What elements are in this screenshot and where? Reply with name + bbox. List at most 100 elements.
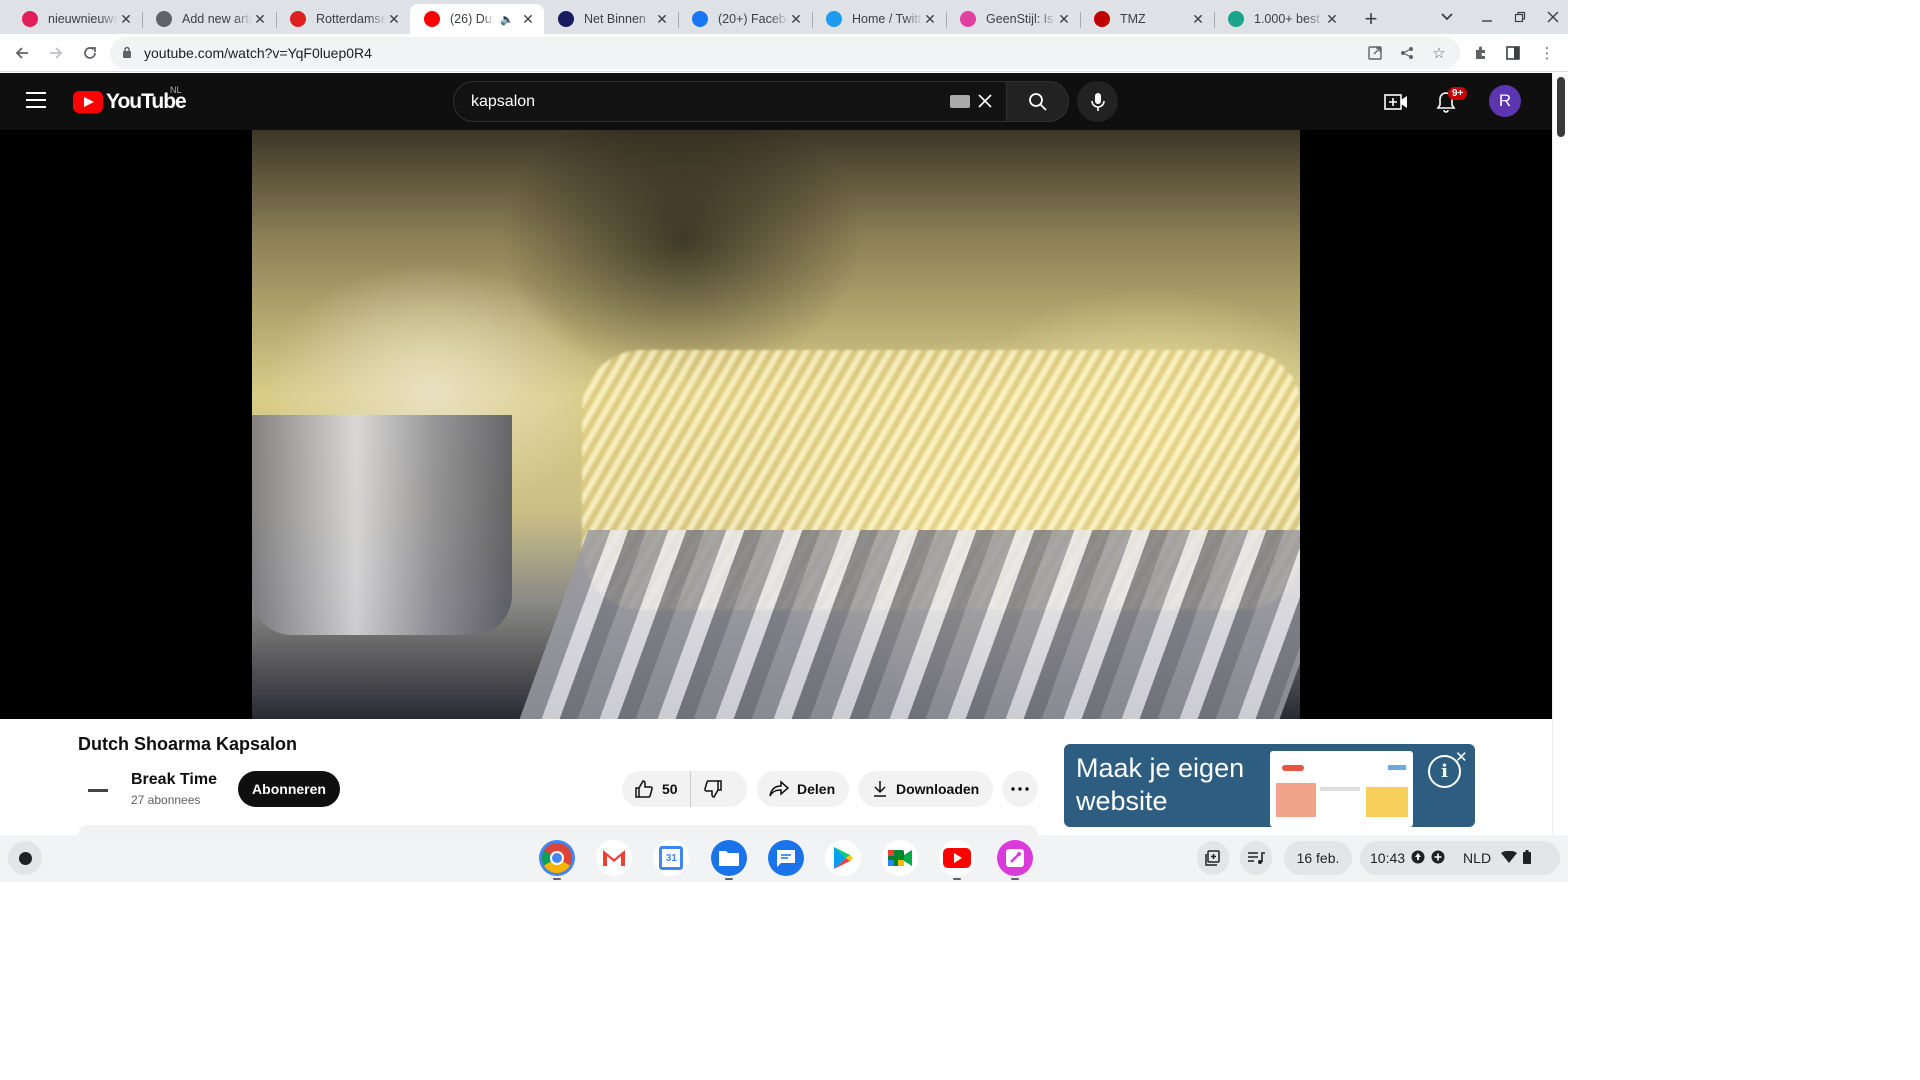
subscriber-count: 27 abonnees <box>131 793 201 807</box>
youtube-app-icon[interactable] <box>939 840 976 880</box>
download-label: Downloaden <box>896 781 980 797</box>
canvas-app-icon[interactable] <box>996 840 1033 880</box>
tab-title: (20+) Facebook <box>718 12 788 26</box>
lock-icon[interactable] <box>122 46 132 61</box>
dislike-button[interactable] <box>691 779 735 799</box>
video-title: Dutch Shoarma Kapsalon <box>78 734 298 754</box>
like-button[interactable]: 50 <box>622 771 691 807</box>
keyboard-icon[interactable] <box>950 95 970 108</box>
url-text: youtube.com/watch?v=YqF0luep0R4 <box>144 45 372 61</box>
browser-tab[interactable]: Rotterdamse ✕ <box>276 4 410 34</box>
bookmark-star-icon[interactable]: ☆ <box>1428 42 1450 64</box>
tab-close-icon[interactable]: ✕ <box>520 11 536 27</box>
forward-icon[interactable] <box>42 39 70 67</box>
share-icon[interactable] <box>1396 42 1418 64</box>
search-input[interactable]: kapsalon <box>453 81 1006 122</box>
minimize-icon[interactable] <box>1470 0 1504 34</box>
gmail-app-icon[interactable] <box>596 840 633 876</box>
browser-tab[interactable]: Home / Twitter✕ <box>812 4 946 34</box>
date-text: 16 feb. <box>1296 850 1340 866</box>
messages-app-icon[interactable] <box>767 840 804 876</box>
media-controls-icon[interactable] <box>1240 841 1272 875</box>
tab-close-icon[interactable]: ✕ <box>252 11 268 27</box>
tab-title: TMZ <box>1120 12 1146 26</box>
tab-close-icon[interactable]: ✕ <box>1056 11 1072 27</box>
wifi-icon <box>1501 850 1518 866</box>
side-panel-icon[interactable] <box>1502 42 1524 64</box>
calendar-app-icon[interactable]: 31 <box>653 840 690 876</box>
tab-audio-icon[interactable]: 🔈 <box>500 13 514 26</box>
holding-space-icon[interactable] <box>1197 841 1229 875</box>
create-video-icon[interactable] <box>1381 87 1411 117</box>
p-icon <box>1228 11 1244 27</box>
menu-hamburger-icon[interactable] <box>26 92 46 108</box>
extensions-icon[interactable] <box>1470 42 1492 64</box>
reload-icon[interactable] <box>76 39 104 67</box>
launcher-button[interactable] <box>8 841 42 875</box>
foil-tray-small <box>252 415 512 635</box>
tab-close-icon[interactable]: ✕ <box>118 11 134 27</box>
upload-status-icon <box>1411 850 1425 867</box>
voice-search-button[interactable] <box>1077 81 1118 122</box>
channel-name[interactable]: Break Time <box>131 771 217 789</box>
video-frame[interactable] <box>252 130 1300 719</box>
browser-tab[interactable]: (26) Dutch 🔈 ✕ <box>410 4 544 34</box>
tab-title: Home / Twitter <box>852 12 922 26</box>
ad-banner[interactable]: Maak je eigen website i ✕ <box>1064 744 1475 827</box>
ad-website-mockup <box>1270 751 1413 827</box>
channel-avatar[interactable] <box>80 772 116 808</box>
os-shelf: 31 16 feb. 10:43 NLD <box>0 835 1568 882</box>
tab-close-icon[interactable]: ✕ <box>788 11 804 27</box>
tab-close-icon[interactable]: ✕ <box>922 11 938 27</box>
video-player[interactable] <box>0 130 1552 719</box>
tab-close-icon[interactable]: ✕ <box>654 11 670 27</box>
tab-close-icon[interactable]: ✕ <box>1190 11 1206 27</box>
tab-close-icon[interactable]: ✕ <box>1324 11 1340 27</box>
new-tab-button[interactable]: + <box>1356 4 1386 34</box>
thumbs-up-icon <box>635 780 653 798</box>
date-button[interactable]: 16 feb. <box>1284 841 1352 875</box>
scrollbar-thumb[interactable] <box>1557 77 1565 137</box>
tab-strip: nieuwnieuws✕Add new article✕Rotterdamse✕… <box>0 0 1568 34</box>
facebook-icon <box>692 11 708 27</box>
files-app-icon[interactable] <box>710 840 747 880</box>
tab-close-icon[interactable]: ✕ <box>386 11 402 27</box>
country-code: NL <box>170 85 182 95</box>
more-actions-button[interactable] <box>1002 771 1038 807</box>
tab-search-icon[interactable] <box>1430 0 1464 34</box>
thumbs-down-icon <box>703 780 722 798</box>
close-window-icon[interactable] <box>1536 0 1570 34</box>
youtube-logo[interactable]: YouTube NL <box>73 85 187 114</box>
browser-tab[interactable]: Net Binnen ✕ <box>544 4 678 34</box>
browser-tab[interactable]: TMZ ✕ <box>1080 4 1214 34</box>
address-bar[interactable]: youtube.com/watch?v=YqF0luep0R4 ☆ <box>110 37 1460 69</box>
page-scrollbar[interactable] <box>1552 73 1568 835</box>
status-tray[interactable]: 10:43 NLD <box>1360 841 1560 875</box>
browser-tab[interactable]: GeenStijl: Is ✕ <box>946 4 1080 34</box>
tab-title: Net Binnen <box>584 12 646 26</box>
tmz-icon <box>1094 11 1110 27</box>
play-store-app-icon[interactable] <box>825 840 861 876</box>
share-button[interactable]: Delen <box>757 771 849 807</box>
browser-tab[interactable]: Add new article✕ <box>142 4 276 34</box>
back-icon[interactable] <box>8 39 36 67</box>
menu-kebab-icon[interactable]: ⋮ <box>1536 42 1558 64</box>
ad-close-icon[interactable]: ✕ <box>1455 748 1468 766</box>
subscribe-button[interactable]: Abonneren <box>238 771 340 807</box>
open-in-app-icon[interactable] <box>1364 42 1386 64</box>
notification-badge: 9+ <box>1448 87 1468 100</box>
browser-tab[interactable]: (20+) Facebook✕ <box>678 4 812 34</box>
slack-icon <box>22 11 38 27</box>
meet-app-icon[interactable] <box>882 840 919 876</box>
chrome-app-icon[interactable] <box>539 840 575 880</box>
description-box[interactable] <box>78 825 1038 835</box>
account-avatar[interactable]: R <box>1489 85 1521 117</box>
browser-tab[interactable]: 1.000+ best ✕ <box>1214 4 1348 34</box>
restore-icon[interactable] <box>1503 0 1537 34</box>
search-button[interactable] <box>1006 81 1069 122</box>
browser-tab[interactable]: nieuwnieuws ✕ <box>8 4 142 34</box>
download-button[interactable]: Downloaden <box>858 771 993 807</box>
search-icon <box>1028 92 1047 111</box>
clear-search-icon[interactable] <box>972 88 998 114</box>
more-horizontal-icon <box>1011 787 1029 791</box>
